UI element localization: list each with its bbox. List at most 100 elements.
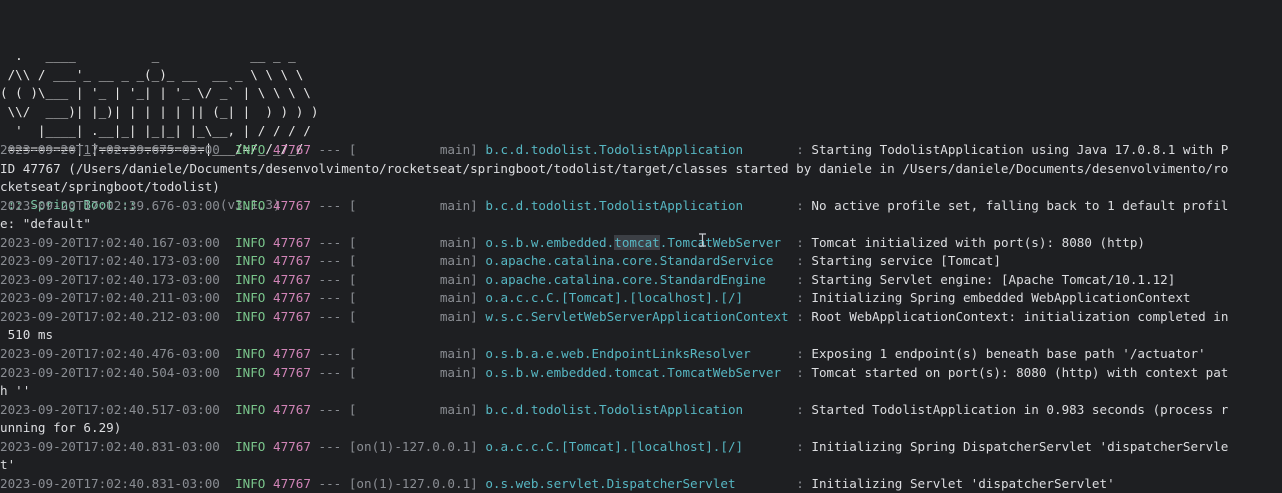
log-thread: main — [356, 271, 471, 287]
log-message: Tomcat started on port(s): 8080 (http) w… — [811, 364, 1229, 380]
log-colon: : — [796, 346, 812, 362]
log-line: 2023-09-20T17:02:40.173-03:00 INFO 47767… — [0, 252, 1282, 271]
log-separator: ] — [470, 308, 486, 324]
log-pid: 47767 — [273, 364, 311, 380]
log-line: 2023-09-20T17:02:40.167-03:00 INFO 47767… — [0, 234, 1282, 253]
log-timestamp: 2023-09-20T17:02:40.476-03:00 — [0, 346, 220, 362]
log-thread: main — [356, 401, 471, 417]
log-colon: : — [796, 290, 812, 306]
log-pid: 47767 — [273, 253, 311, 269]
log-separator: ] — [470, 364, 486, 380]
log-line-continuation: t' — [0, 457, 16, 473]
log-thread: main — [356, 234, 471, 250]
log-separator: --- [ — [310, 401, 357, 417]
log-thread: main — [356, 253, 471, 269]
log-pid: 47767 — [273, 271, 311, 287]
log-timestamp: 2023-09-20T17:02:40.173-03:00 — [0, 271, 220, 287]
log-timestamp: 2023-09-20T17:02:40.504-03:00 — [0, 364, 220, 380]
log-separator: ] — [470, 346, 486, 362]
log-message: Starting Servlet engine: [Apache Tomcat/… — [811, 271, 1176, 287]
log-colon: : — [796, 142, 812, 157]
log-line: 2023-09-20T17:02:40.476-03:00 INFO 47767… — [0, 345, 1282, 364]
log-line: 2023-09-20T17:02:40.831-03:00 INFO 47767… — [0, 438, 1282, 457]
log-colon: : — [796, 271, 812, 287]
log-message: Initializing Servlet 'dispatcherServlet' — [811, 475, 1115, 491]
log-logger: b.c.d.todolist.TodolistApplication — [485, 401, 744, 417]
log-level: INFO — [235, 142, 266, 157]
banner-art-line: ' |____| .__|_| |_|_| |_\__, | / / / / — [0, 122, 311, 138]
log-level: INFO — [235, 364, 266, 380]
logger-prefix: o.s.b.w.embedded. — [485, 234, 615, 250]
log-timestamp: 2023-09-20T17:02:39.675-03:00 — [0, 142, 220, 157]
log-thread: main — [356, 142, 471, 157]
text-cursor-icon — [699, 233, 706, 247]
log-separator: --- [ — [310, 142, 357, 157]
log-message: Starting service [Tomcat] — [811, 253, 1001, 269]
log-timestamp: 2023-09-20T17:02:40.517-03:00 — [0, 401, 220, 417]
log-thread: main — [356, 346, 471, 362]
log-line: 2023-09-20T17:02:40.211-03:00 INFO 47767… — [0, 289, 1282, 308]
log-separator: ] — [470, 475, 486, 491]
log-separator: ] — [470, 197, 486, 213]
log-timestamp: 2023-09-20T17:02:40.831-03:00 — [0, 475, 220, 491]
log-line-continuation: ID 47767 (/Users/daniele/Documents/desen… — [0, 160, 1229, 176]
log-logger: w.s.c.ServletWebServerApplicationContext — [485, 308, 789, 324]
log-separator: --- [ — [310, 234, 357, 250]
log-separator: --- [ — [310, 271, 357, 287]
log-line-continuation: e: "default" — [0, 216, 91, 232]
log-pid: 47767 — [273, 142, 311, 157]
log-separator: ] — [470, 438, 486, 454]
log-logger: o.s.b.w.embedded.tomcat.TomcatWebServer — [485, 234, 782, 250]
banner-art-line: . ____ _ __ _ _ — [0, 48, 296, 64]
log-level: INFO — [235, 401, 266, 417]
log-logger: o.apache.catalina.core.StandardEngine — [485, 271, 766, 287]
log-thread: on(1)-127.0.0.1 — [356, 438, 471, 454]
log-level: INFO — [235, 346, 266, 362]
log-colon: : — [796, 438, 812, 454]
log-separator: --- [ — [310, 197, 357, 213]
log-separator: ] — [470, 401, 486, 417]
log-logger: b.c.d.todolist.TodolistApplication — [485, 142, 744, 157]
log-separator: --- [ — [310, 438, 357, 454]
log-separator: --- [ — [310, 346, 357, 362]
log-line: 2023-09-20T17:02:40.504-03:00 INFO 47767… — [0, 364, 1282, 383]
log-pid: 47767 — [273, 308, 311, 324]
log-separator: --- [ — [310, 253, 357, 269]
log-pid: 47767 — [273, 234, 311, 250]
log-message: Root WebApplicationContext: initializati… — [811, 308, 1229, 324]
terminal-output[interactable]: . ____ _ __ _ _ /\\ / ___'_ __ _ _(_)_ _… — [0, 0, 1282, 493]
log-level: INFO — [235, 308, 266, 324]
log-level: INFO — [235, 290, 266, 306]
log-separator: ] — [470, 142, 486, 157]
log-thread: main — [356, 364, 471, 380]
log-separator: ] — [470, 290, 486, 306]
log-message: Starting TodolistApplication using Java … — [811, 142, 1229, 157]
log-pid: 47767 — [273, 197, 311, 213]
log-separator: ] — [470, 234, 486, 250]
logger-suffix: .TomcatWebServer — [659, 234, 782, 250]
log-line-continuation: cketseat/springboot/todolist) — [0, 179, 220, 195]
log-timestamp: 2023-09-20T17:02:40.212-03:00 — [0, 308, 220, 324]
log-level: INFO — [235, 438, 266, 454]
log-pid: 47767 — [273, 290, 311, 306]
log-line: 2023-09-20T17:02:40.173-03:00 INFO 47767… — [0, 271, 1282, 290]
log-pid: 47767 — [273, 401, 311, 417]
log-line-continuation: unning for 6.29) — [0, 420, 122, 436]
log-message: No active profile set, falling back to 1… — [811, 197, 1229, 213]
log-separator: --- [ — [310, 364, 357, 380]
log-separator: ] — [470, 253, 486, 269]
log-message: Started TodolistApplication in 0.983 sec… — [811, 401, 1229, 417]
log-separator: --- [ — [310, 290, 357, 306]
log-level: INFO — [235, 253, 266, 269]
log-colon: : — [796, 475, 812, 491]
log-logger: o.s.b.w.embedded.tomcat.TomcatWebServer — [485, 364, 782, 380]
banner-art-line: ( ( )\___ | '_ | '_| | '_ \/ _` | \ \ \ … — [0, 85, 311, 101]
log-message: Initializing Spring embedded WebApplicat… — [811, 290, 1191, 306]
log-logger: o.a.c.c.C.[Tomcat].[localhost].[/] — [485, 290, 744, 306]
log-logger: o.a.c.c.C.[Tomcat].[localhost].[/] — [485, 438, 744, 454]
log-line-continuation: 510 ms — [0, 327, 54, 343]
log-thread: main — [356, 308, 471, 324]
log-colon: : — [796, 197, 812, 213]
log-lines: 2023-09-20T17:02:39.675-03:00 INFO 47767… — [0, 141, 1282, 493]
log-thread: on(1)-127.0.0.1 — [356, 475, 471, 491]
